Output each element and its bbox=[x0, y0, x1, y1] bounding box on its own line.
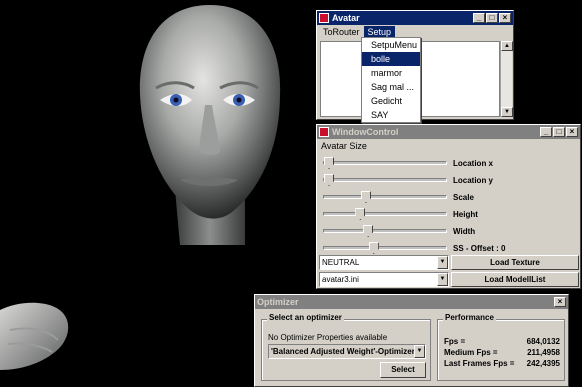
medium-fps-label: Medium Fps = bbox=[444, 348, 498, 357]
slider-track[interactable] bbox=[323, 157, 447, 169]
slider-label: Scale bbox=[453, 192, 474, 202]
avatar-size-label: Avatar Size bbox=[321, 141, 367, 151]
performance-group: Performance Fps = 684,0132 Medium Fps = … bbox=[437, 313, 565, 381]
avatar-vertical-scrollbar[interactable]: ▲ ▼ bbox=[500, 41, 513, 117]
fps-row: Fps = 684,0132 bbox=[444, 337, 560, 346]
menu-torouter[interactable]: ToRouter bbox=[319, 26, 364, 38]
slider-thumb[interactable] bbox=[360, 191, 371, 203]
close-button[interactable]: × bbox=[566, 127, 578, 137]
medium-fps-value: 211,4958 bbox=[527, 348, 560, 357]
no-properties-text: No Optimizer Properties available bbox=[268, 333, 388, 342]
load-texture-button[interactable]: Load Texture bbox=[451, 255, 579, 270]
last-frames-fps-row: Last Frames Fps = 242,4395 bbox=[444, 359, 560, 368]
window-control-window[interactable]: WindowControl _ □ × Avatar Size Location… bbox=[316, 124, 581, 289]
scroll-up-arrow-icon[interactable]: ▲ bbox=[501, 41, 513, 51]
slider-thumb[interactable] bbox=[368, 242, 379, 254]
slider-label: Location x bbox=[453, 158, 494, 168]
slider-label: SS - Offset : 0 bbox=[453, 243, 506, 253]
window-control-titlebar[interactable]: WindowControl _ □ × bbox=[317, 125, 580, 139]
expression-select[interactable]: NEUTRAL ▼ bbox=[319, 255, 449, 270]
avatar-head-render bbox=[139, 5, 281, 245]
scroll-down-arrow-icon[interactable]: ▼ bbox=[501, 107, 513, 117]
avatar-hand-render bbox=[0, 302, 69, 370]
slider-thumb[interactable] bbox=[324, 157, 334, 169]
slider-location-y[interactable]: Location y bbox=[323, 172, 578, 188]
chevron-down-icon[interactable]: ▼ bbox=[437, 256, 448, 269]
setup-dropdown-menu: SetpuMenu bolle marmor Sag mal ... Gedic… bbox=[361, 37, 421, 123]
slider-thumb[interactable] bbox=[355, 208, 366, 220]
load-modellist-button[interactable]: Load ModellList bbox=[451, 272, 579, 287]
close-button[interactable]: × bbox=[499, 13, 511, 23]
select-optimizer-group-title: Select an optimizer bbox=[267, 313, 344, 322]
optimizer-select-value: 'Balanced Adjusted Weight'-Optimizer bbox=[271, 347, 415, 356]
fps-label: Fps = bbox=[444, 337, 466, 346]
avatar-window-title: Avatar bbox=[332, 13, 360, 23]
slider-track[interactable] bbox=[323, 191, 447, 203]
slider-width[interactable]: Width bbox=[323, 223, 578, 239]
menu-item-setpumenu[interactable]: SetpuMenu bbox=[362, 38, 420, 52]
fps-value: 684,0132 bbox=[526, 337, 560, 346]
ini-file-select[interactable]: avatar3.ini ▼ bbox=[319, 272, 449, 287]
ini-file-select-value: avatar3.ini bbox=[322, 275, 359, 284]
last-frames-fps-value: 242,4395 bbox=[526, 359, 560, 368]
slider-thumb[interactable] bbox=[324, 174, 334, 186]
menu-item-say[interactable]: SAY bbox=[362, 108, 420, 122]
minimize-button[interactable]: _ bbox=[473, 13, 485, 23]
slider-label: Height bbox=[453, 209, 478, 219]
chevron-down-icon[interactable]: ▼ bbox=[437, 273, 448, 286]
slider-track[interactable] bbox=[323, 208, 447, 220]
slider-label: Width bbox=[453, 226, 476, 236]
select-button[interactable]: Select bbox=[380, 362, 426, 378]
optimizer-titlebar[interactable]: Optimizer × bbox=[255, 295, 568, 309]
optimizer-select[interactable]: 'Balanced Adjusted Weight'-Optimizer ▼ bbox=[268, 344, 426, 359]
optimizer-window[interactable]: Optimizer × Select an optimizer No Optim… bbox=[254, 294, 569, 387]
menu-item-marmor[interactable]: marmor bbox=[362, 66, 420, 80]
slider-track[interactable] bbox=[323, 225, 447, 237]
close-button[interactable]: × bbox=[554, 297, 566, 307]
minimize-button[interactable]: _ bbox=[540, 127, 552, 137]
java-app-icon bbox=[319, 13, 329, 23]
avatar-titlebar[interactable]: Avatar _ □ × bbox=[317, 11, 513, 25]
slider-height[interactable]: Height bbox=[323, 206, 578, 222]
slider-scale[interactable]: Scale bbox=[323, 189, 578, 205]
slider-thumb[interactable] bbox=[363, 225, 374, 237]
slider-label: Location y bbox=[453, 175, 494, 185]
menu-item-sag-mal[interactable]: Sag mal ... bbox=[362, 80, 420, 94]
window-control-title: WindowControl bbox=[332, 127, 399, 137]
maximize-button[interactable]: □ bbox=[486, 13, 498, 23]
slider-ss-offset[interactable]: SS - Offset : 0 bbox=[323, 240, 578, 256]
menu-item-bolle[interactable]: bolle bbox=[362, 52, 420, 66]
java-app-icon bbox=[319, 127, 329, 137]
menu-item-gedicht[interactable]: Gedicht bbox=[362, 94, 420, 108]
select-optimizer-group: Select an optimizer No Optimizer Propert… bbox=[261, 313, 431, 381]
slider-track[interactable] bbox=[323, 174, 447, 186]
slider-location-x[interactable]: Location x bbox=[323, 155, 578, 171]
performance-group-title: Performance bbox=[443, 313, 496, 322]
chevron-down-icon[interactable]: ▼ bbox=[414, 345, 425, 358]
last-frames-fps-label: Last Frames Fps = bbox=[444, 359, 515, 368]
expression-select-value: NEUTRAL bbox=[322, 258, 360, 267]
maximize-button[interactable]: □ bbox=[553, 127, 565, 137]
slider-track[interactable] bbox=[323, 242, 447, 254]
optimizer-window-title: Optimizer bbox=[257, 297, 299, 307]
medium-fps-row: Medium Fps = 211,4958 bbox=[444, 348, 560, 357]
